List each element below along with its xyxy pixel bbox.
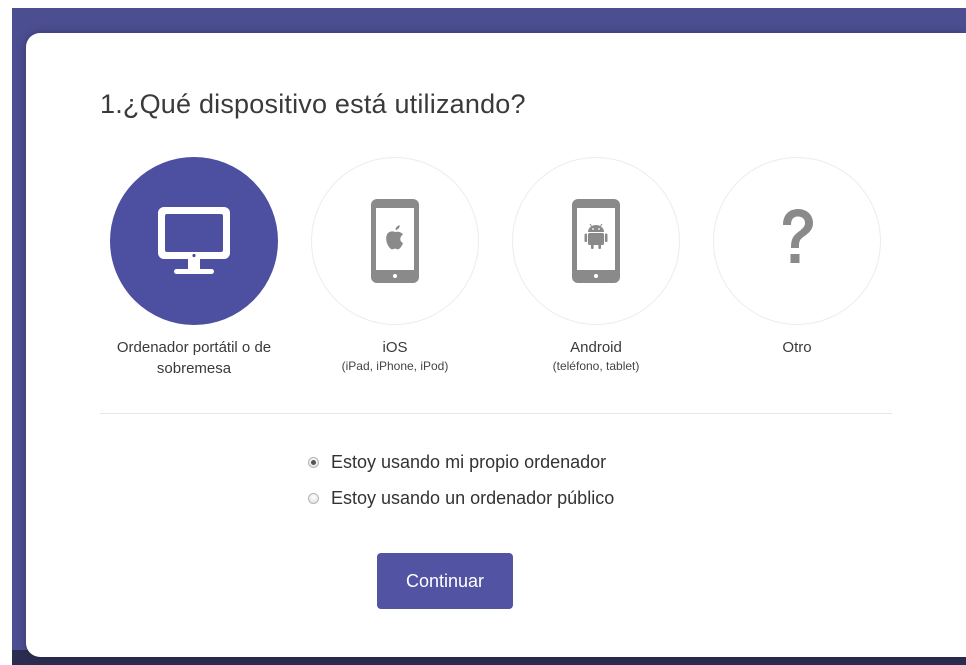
device-label-ios-name: iOS — [382, 339, 408, 356]
device-label-desktop-line2: sobremesa — [156, 360, 232, 377]
radio-label-public-computer: Estoy usando un ordenador público — [331, 488, 615, 508]
section-divider — [100, 413, 892, 414]
device-label-desktop-line1: Ordenador portátil o de — [116, 339, 272, 356]
device-label-other: Otro — [782, 339, 812, 356]
device-label-ios: iOS (iPad, iPhone, iPod) — [295, 337, 495, 374]
radio-label-own-computer: Estoy usando mi propio ordenador — [331, 452, 607, 472]
radio-button-public-computer[interactable] — [308, 493, 319, 504]
device-option-other[interactable]: Otro — [697, 157, 897, 358]
continue-button[interactable]: Continuar — [377, 553, 513, 609]
device-option-desktop[interactable]: Ordenador portátil o de sobremesa — [94, 157, 294, 379]
android-tablet-icon — [572, 199, 620, 283]
device-selection-dialog: 1.¿Qué dispositivo está utilizando? Orde… — [26, 33, 966, 657]
radio-checked-dot — [311, 460, 316, 465]
question-mark-icon — [783, 209, 813, 263]
desktop-monitor-icon — [158, 207, 230, 274]
device-circle-ios[interactable] — [311, 157, 479, 325]
device-label-desktop: Ordenador portátil o de sobremesa — [94, 337, 294, 379]
device-sub-android: (teléfono, tablet) — [552, 359, 640, 373]
radio-public-computer[interactable]: Estoy usando un ordenador público — [308, 488, 614, 509]
dialog-title: 1.¿Qué dispositivo está utilizando? — [100, 89, 526, 119]
device-sub-ios: (iPad, iPhone, iPod) — [341, 359, 449, 373]
device-option-android[interactable]: Android (teléfono, tablet) — [496, 157, 696, 374]
device-option-ios[interactable]: iOS (iPad, iPhone, iPod) — [295, 157, 495, 374]
radio-own-computer[interactable]: Estoy usando mi propio ordenador — [308, 452, 606, 473]
device-circle-desktop[interactable] — [110, 157, 278, 325]
device-label-android: Android (teléfono, tablet) — [496, 337, 696, 374]
device-circle-android[interactable] — [512, 157, 680, 325]
apple-tablet-icon — [371, 199, 419, 283]
radio-button-own-computer[interactable] — [308, 457, 319, 468]
device-label-android-name: Android — [570, 339, 622, 356]
device-circle-other[interactable] — [713, 157, 881, 325]
